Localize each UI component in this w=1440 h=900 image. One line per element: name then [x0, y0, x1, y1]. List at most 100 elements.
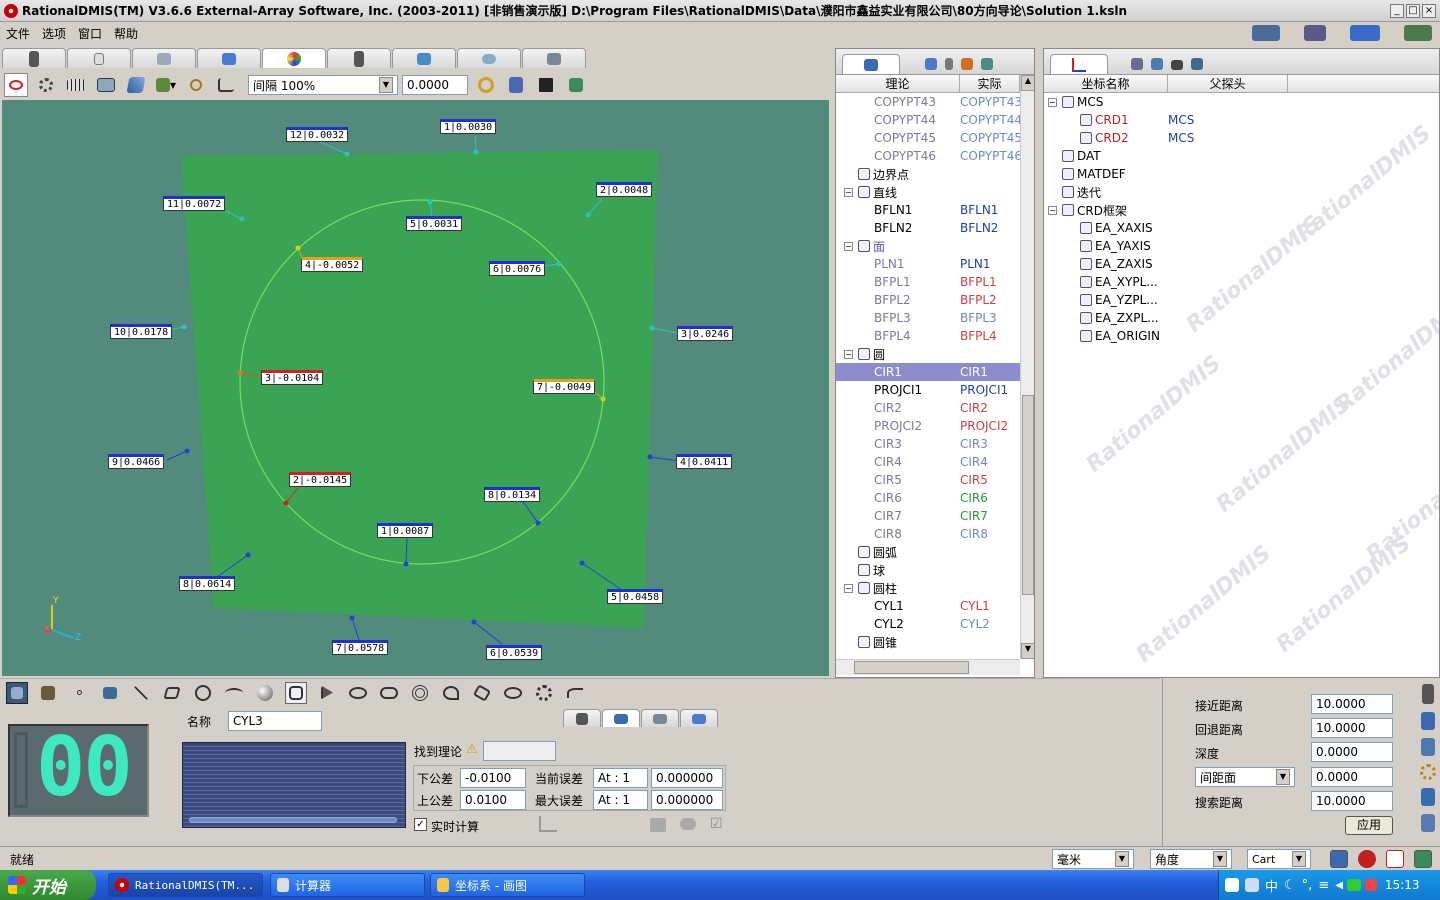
plane-icon[interactable] — [925, 58, 937, 70]
feature-row[interactable]: CIR1 CIR1 — [836, 363, 1034, 381]
sphere-button[interactable] — [254, 682, 276, 704]
feature-row[interactable]: 圆弧 — [836, 543, 1034, 561]
menu-help[interactable]: 帮助 — [108, 25, 144, 42]
surface-button[interactable] — [471, 682, 493, 704]
curve-button[interactable] — [440, 682, 462, 704]
menu-icon[interactable]: ≡ — [1318, 878, 1329, 893]
network-icon[interactable] — [1346, 879, 1361, 891]
slot-button[interactable] — [378, 682, 400, 704]
print-button[interactable] — [504, 73, 528, 97]
taskbar-item-rationaldmis[interactable]: RationalDMIS(TM... — [108, 873, 263, 897]
list-icon[interactable] — [1151, 58, 1163, 70]
feature-row[interactable]: COPYPT46 COPYPT46 — [836, 147, 1034, 165]
punctuation-icon[interactable]: °, — [1302, 878, 1313, 893]
deviation-label[interactable]: 8|0.0614 — [179, 576, 236, 591]
link-button[interactable] — [4, 73, 28, 97]
feature-name-input[interactable]: CYL3 — [228, 711, 322, 731]
axes-small-icon[interactable] — [1131, 58, 1143, 70]
ellipse-button[interactable] — [347, 682, 369, 704]
feature-row[interactable]: COPYPT43 COPYPT43 — [836, 93, 1034, 111]
tab-report[interactable] — [392, 48, 456, 68]
feature-row[interactable]: 圆锥 — [836, 633, 1034, 651]
deviation-label[interactable]: 6|0.0539 — [486, 645, 543, 660]
spacing-mode-select[interactable]: 间距面 ▼ — [1195, 767, 1295, 787]
tab-coordinates[interactable] — [1050, 54, 1108, 74]
scroll-thumb[interactable] — [1022, 395, 1034, 595]
gear-icon[interactable] — [1420, 764, 1436, 780]
probe-path-icon[interactable] — [539, 816, 557, 832]
edit-icon[interactable] — [650, 818, 666, 832]
deviation-label[interactable]: 8|0.0134 — [484, 487, 541, 502]
feature-row[interactable]: BFPL1 BFPL1 — [836, 273, 1034, 291]
deviation-label[interactable]: 1|0.0030 — [440, 119, 497, 134]
feature-row[interactable]: BFPL3 BFPL3 — [836, 309, 1034, 327]
maximize-button[interactable]: □ — [1406, 3, 1420, 18]
deviation-label[interactable]: 4|-0.0052 — [301, 257, 364, 272]
probe-move-icon[interactable] — [1304, 25, 1326, 41]
torus-button[interactable] — [409, 682, 431, 704]
moon-icon[interactable]: ☾ — [1284, 878, 1296, 893]
probe-tip-icon[interactable] — [1421, 788, 1435, 806]
feature-row[interactable]: − 直线 — [836, 183, 1034, 201]
gdt-button[interactable] — [502, 682, 524, 704]
menu-window[interactable]: 窗口 — [72, 25, 108, 42]
taskbar-item-calculator[interactable]: 计算器 — [270, 873, 425, 897]
language-indicator[interactable]: 中 — [1265, 876, 1278, 895]
search-distance-input[interactable]: 10.0000 — [1311, 791, 1393, 811]
deviation-label[interactable]: 9|0.0466 — [108, 454, 165, 469]
probe-tip-icon[interactable] — [1191, 58, 1203, 70]
window-layout-icon[interactable] — [1350, 25, 1380, 41]
tab-features[interactable] — [842, 54, 900, 74]
status-icon-2[interactable] — [1358, 850, 1376, 868]
tab-probe[interactable] — [2, 48, 66, 68]
deviation-label[interactable]: 11|0.0072 — [163, 196, 226, 211]
settings-button[interactable] — [533, 682, 555, 704]
vertical-scrollbar[interactable]: ▲ ▼ — [1020, 75, 1034, 659]
input-method-icon[interactable] — [1225, 878, 1239, 892]
minimize-button[interactable]: _ — [1390, 3, 1404, 18]
feature-row[interactable]: CYL1 CYL1 — [836, 597, 1034, 615]
zoom-button[interactable] — [184, 73, 208, 97]
probe-head-icon[interactable] — [1422, 684, 1434, 704]
tree-expander-icon[interactable]: − — [844, 187, 853, 197]
filter-icon[interactable] — [945, 58, 953, 70]
graphics-viewport[interactable]: Y Z X 12|0.0032 1|0.0030 2|0.0048 11|0.0… — [2, 100, 829, 676]
column-parent-probe[interactable]: 父探头 — [1168, 75, 1288, 92]
feature-row[interactable]: PLN1 PLN1 — [836, 255, 1034, 273]
retract-distance-input[interactable]: 10.0000 — [1311, 718, 1393, 738]
feature-row[interactable]: 边界点 — [836, 165, 1034, 183]
camera-icon[interactable] — [1171, 60, 1183, 70]
edge-point-button[interactable] — [99, 682, 121, 704]
taskbar-item-paint[interactable]: 坐标系 - 画图 — [430, 873, 585, 897]
tab-cad[interactable] — [197, 48, 261, 68]
probe-tool-icon[interactable] — [1421, 712, 1435, 730]
circle-button[interactable] — [192, 682, 214, 704]
tab-settings[interactable] — [522, 48, 586, 68]
undo-button[interactable] — [564, 682, 586, 704]
deviation-label[interactable]: 7|0.0578 — [332, 640, 389, 655]
feature-row[interactable]: CIR8 CIR8 — [836, 525, 1034, 543]
feature-row[interactable]: CIR3 CIR3 — [836, 435, 1034, 453]
column-coord-name[interactable]: 坐标名称 — [1044, 75, 1168, 92]
tab-table[interactable] — [132, 48, 196, 68]
status-icon-1[interactable] — [1330, 850, 1348, 868]
feature-row[interactable]: − 圆柱 — [836, 579, 1034, 597]
grid-icon[interactable] — [981, 58, 993, 70]
screen-button[interactable] — [94, 73, 118, 97]
subtab-report[interactable] — [680, 709, 718, 727]
unit-select[interactable]: 毫米 ▼ — [1052, 849, 1134, 869]
probe-mode-button[interactable] — [6, 681, 28, 704]
feature-row[interactable]: BFPL2 BFPL2 — [836, 291, 1034, 309]
tab-graphics[interactable] — [262, 48, 326, 68]
check-icon[interactable]: ☑ — [710, 816, 723, 832]
horizontal-scrollbar[interactable] — [836, 659, 1020, 675]
eraser-icon[interactable] — [680, 818, 696, 830]
probe-change-icon[interactable] — [1421, 738, 1435, 756]
arc-button[interactable] — [223, 682, 245, 704]
add-feature-button[interactable]: ▼ — [154, 73, 178, 97]
deviation-label[interactable]: 10|0.0178 — [110, 324, 173, 339]
deviation-label[interactable]: 3|0.0246 — [677, 326, 734, 341]
tab-file[interactable] — [67, 48, 131, 68]
feature-row[interactable]: PROJCI2 PROJCI2 — [836, 417, 1034, 435]
probe-hand-button[interactable] — [37, 682, 59, 704]
